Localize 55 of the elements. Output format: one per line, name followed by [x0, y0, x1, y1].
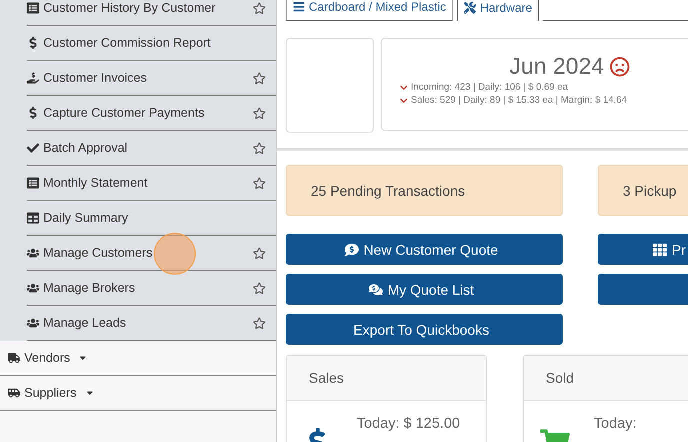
stat-text: Today:: [594, 416, 637, 434]
sidebar-item[interactable]: Customer History By Customer: [27, 1, 216, 15]
sidebar-item[interactable]: Customer Invoices: [27, 71, 148, 85]
comment-dollar-icon: [344, 242, 359, 256]
chevron-down-icon: [400, 84, 408, 92]
list-icon: [27, 2, 40, 14]
dollar-icon: [27, 106, 40, 120]
users-icon: [27, 316, 40, 330]
comment-dollar-icon: [368, 282, 383, 296]
grid-icon: [653, 242, 667, 256]
tab[interactable]: Hardware: [457, 0, 540, 21]
check-icon: [27, 142, 40, 154]
truck-icon: [8, 352, 20, 364]
alert-box[interactable]: 25 Pending Transactions: [286, 165, 563, 216]
list-icon: [27, 176, 40, 190]
van-icon: [8, 386, 20, 400]
star-icon[interactable]: [253, 316, 266, 330]
chevron-down-icon: [400, 96, 408, 104]
card-title: Sold: [524, 356, 688, 401]
action-button[interactable]: Export To Quickbooks: [286, 314, 563, 345]
star-icon[interactable]: [253, 246, 266, 260]
users-icon: [27, 282, 40, 294]
card-title: Sales: [287, 356, 486, 401]
sidebar-item[interactable]: Manage Leads: [27, 316, 126, 330]
list-icon: [293, 1, 305, 13]
sidebar-item[interactable]: Daily Summary: [27, 211, 128, 225]
action-button[interactable]: New Customer Quote: [286, 234, 563, 265]
users-icon: [27, 246, 40, 260]
sidebar-item[interactable]: Manage Customers: [27, 246, 153, 260]
sidebar-item[interactable]: Customer Commission Report: [27, 36, 211, 50]
stat-line: Incoming: 423 | Daily: 106 | $ 0.69 ea: [411, 82, 568, 93]
action-button[interactable]: My Quote List: [286, 274, 563, 305]
star-icon[interactable]: [253, 176, 266, 190]
hand-icon: [27, 72, 40, 84]
stat-line: Sales: 529 | Daily: 89 | $ 15.33 ea | Margin: $ 14.64: [411, 95, 628, 106]
alert-box[interactable]: 3 Pickup: [598, 165, 688, 216]
sidebar-item[interactable]: Monthly Statement: [27, 176, 148, 190]
menu-item[interactable]: Vendors: [8, 351, 88, 365]
sidebar-item[interactable]: Batch Approval: [27, 141, 128, 155]
stat-text: Today: $ 125.00: [357, 416, 460, 434]
star-icon[interactable]: [253, 106, 266, 120]
star-icon[interactable]: [253, 282, 266, 294]
frown-icon: [610, 56, 630, 76]
tools-icon: [464, 2, 476, 14]
star-icon[interactable]: [253, 142, 266, 154]
tab[interactable]: Cardboard / Mixed Plastic: [286, 0, 454, 21]
dollar-icon: [27, 36, 40, 50]
action-button[interactable]: Pr: [598, 234, 688, 265]
star-icon[interactable]: [253, 72, 266, 84]
sidebar-item[interactable]: Manage Brokers: [27, 281, 136, 295]
star-icon[interactable]: [253, 2, 266, 14]
month-title: Jun 2024: [510, 53, 604, 80]
menu-item[interactable]: Suppliers: [8, 386, 95, 400]
sidebar-item[interactable]: Capture Customer Payments: [27, 106, 205, 120]
table-icon: [27, 212, 40, 224]
